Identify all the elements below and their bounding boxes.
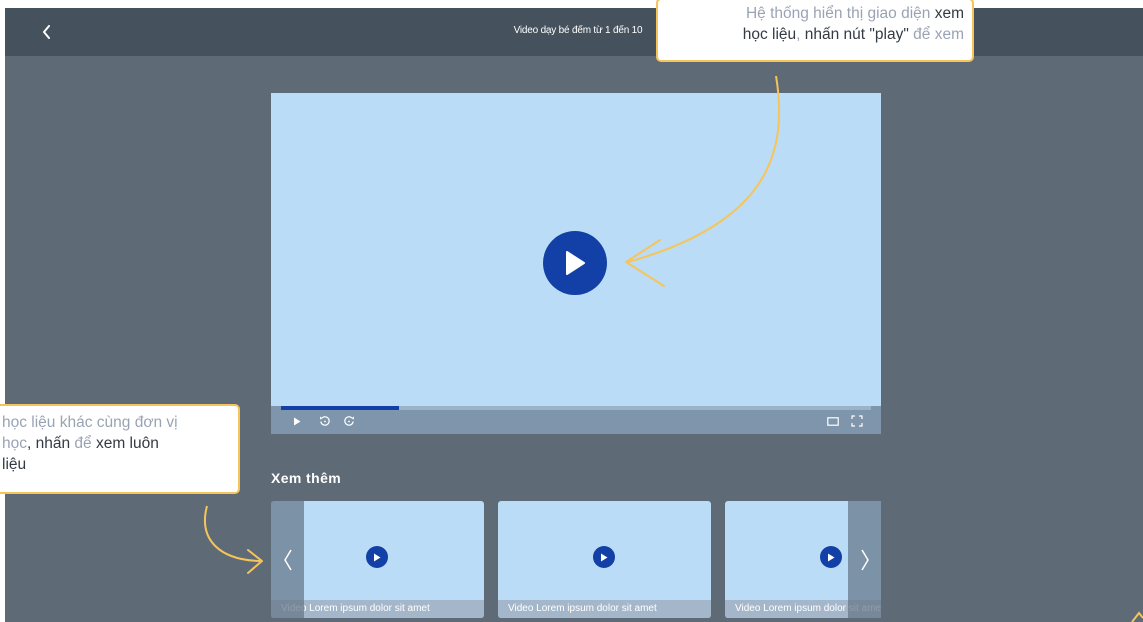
play-button[interactable] xyxy=(543,231,607,295)
fullscreen-icon xyxy=(851,415,863,427)
app-frame: Video dạy bé đếm từ 1 đến 10 Xem thêm Vi… xyxy=(5,8,1143,622)
replay-icon xyxy=(320,416,330,426)
annotation-text: để xyxy=(74,435,92,452)
annotation-text: học liệu khác cùng đơn vị xyxy=(2,414,178,431)
fullscreen-button[interactable] xyxy=(851,415,863,427)
theater-mode-icon xyxy=(827,416,839,426)
chevron-left-icon xyxy=(283,549,292,570)
play-icon xyxy=(566,251,585,275)
rewind-button[interactable] xyxy=(319,415,331,427)
annotation-text: để xem xyxy=(908,26,964,43)
related-section-title: Xem thêm xyxy=(271,470,342,486)
related-carousel: Video Lorem ipsum dolor sit amet Video L… xyxy=(271,501,881,622)
annotation-text: xem xyxy=(934,5,964,22)
annotation-text: Hệ thống hiển thị giao diện xyxy=(745,5,935,22)
carousel-prev-button[interactable] xyxy=(271,501,304,618)
annotation-text: học liệu xyxy=(742,26,797,43)
theater-mode-button[interactable] xyxy=(827,415,839,427)
card-caption: Video Lorem ipsum dolor sit amet xyxy=(498,600,711,618)
card-play-button[interactable] xyxy=(366,546,388,568)
forward-icon xyxy=(344,416,354,426)
annotation-text: nhấn nút "play" xyxy=(804,26,909,43)
progress-bar[interactable] xyxy=(281,406,871,410)
play-icon xyxy=(294,417,301,425)
progress-fill xyxy=(281,406,399,410)
play-icon xyxy=(601,553,608,561)
forward-button[interactable] xyxy=(343,415,355,427)
annotation-player: Hệ thống hiển thị giao diện xem học liệu… xyxy=(656,0,974,62)
annotation-text: , xyxy=(796,26,805,43)
video-player[interactable] xyxy=(271,93,881,434)
chevron-right-icon xyxy=(860,549,869,570)
play-control-button[interactable] xyxy=(293,415,301,427)
related-video-card[interactable]: Video Lorem ipsum dolor sit amet xyxy=(498,501,711,618)
annotation-text: liệu xyxy=(2,456,27,473)
annotation-text: , nhấn xyxy=(27,435,75,452)
player-controls xyxy=(271,406,881,434)
play-icon xyxy=(374,553,381,561)
carousel-next-button[interactable] xyxy=(848,501,881,618)
annotation-text: xem luôn xyxy=(91,435,159,452)
play-icon xyxy=(828,553,835,561)
annotation-text: học xyxy=(2,435,27,452)
annotation-related: học liệu khác cùng đơn vị học, nhấn để x… xyxy=(0,404,240,494)
card-play-button[interactable] xyxy=(593,546,615,568)
card-play-button[interactable] xyxy=(820,546,842,568)
